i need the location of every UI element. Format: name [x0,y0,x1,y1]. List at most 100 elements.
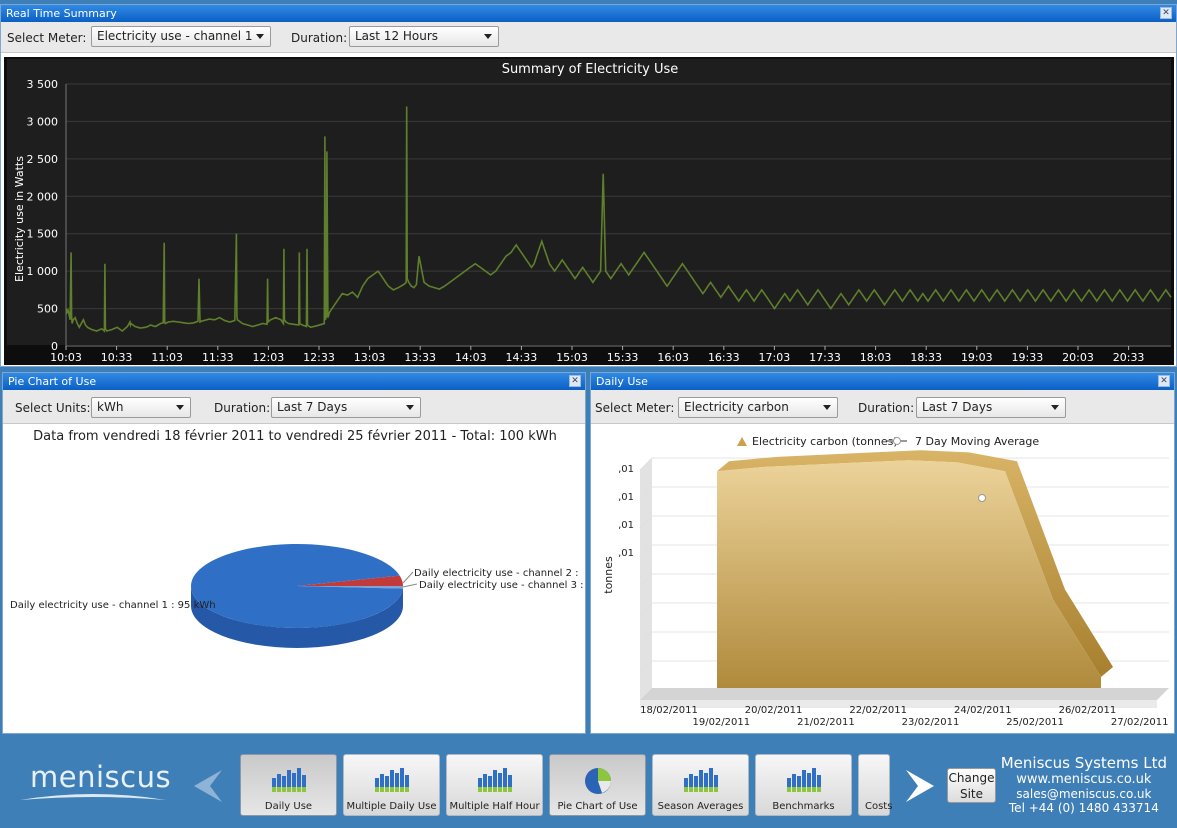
pie-panel: Pie Chart of Use ✕ Select Units: kWh Dur… [2,372,586,734]
pie-leader-line [402,571,414,584]
realtime-toolbar: Select Meter: Electricity use - channel … [1,22,1176,53]
change-site-button[interactable]: Change Site [947,768,996,803]
chevron-left-icon[interactable] [190,768,226,804]
bar-chart-icon [478,768,512,792]
close-icon[interactable]: ✕ [1158,375,1170,387]
bar-chart-icon [375,768,409,792]
nav-tile-season-averages[interactable]: Season Averages [652,754,749,816]
y-tick-label: ,01 [618,520,634,531]
x-tick-label: 20:33 [1113,351,1145,364]
x-tick-label: 15:03 [556,351,588,364]
x-tick-label: 18/02/2011 [640,705,698,716]
legend-triangle-icon [737,437,747,446]
daily-meter-label: Select Meter: [595,401,675,415]
daily-toolbar: Select Meter: Electricity carbon Duratio… [591,390,1174,424]
x-tick-label: 16:03 [657,351,689,364]
y-axis-label: tonnes [602,556,615,594]
company-info: Meniscus Systems Ltd www.meniscus.co.uk … [1001,754,1167,815]
y-tick-label: 2 500 [27,153,59,166]
y-tick-label: 1 000 [27,265,59,278]
nav-tile-benchmarks[interactable]: Benchmarks [755,754,852,816]
x-tick-label: 13:33 [404,351,436,364]
chart-ylabel: Electricity use in Watts [13,156,26,282]
x-tick-label: 11:03 [151,351,183,364]
nav-tile-label: Multiple Daily Use [346,801,437,812]
daily-panel: Daily Use ✕ Select Meter: Electricity ca… [590,372,1175,734]
duration-select[interactable]: Last 12 Hours [349,26,499,47]
nav-tile-label: Costs [865,801,893,812]
pie-duration-select[interactable]: Last 7 Days [271,397,421,418]
x-tick-label: 12:33 [303,351,335,364]
company-phone: Tel +44 (0) 1480 433714 [1008,801,1159,815]
units-label: Select Units: [15,401,91,415]
x-tick-label: 22/02/2011 [849,705,907,716]
x-tick-label: 20/02/2011 [745,705,803,716]
chevron-down-icon [176,405,184,410]
x-tick-label: 18:33 [910,351,942,364]
daily-duration-select[interactable]: Last 7 Days [916,397,1066,418]
nav-tile-label: Benchmarks [772,801,835,812]
nav-tile-daily-use[interactable]: Daily Use [240,754,337,816]
nav-tile-costs[interactable]: Costs [858,754,893,816]
pie-panel-title: Pie Chart of Use ✕ [3,373,585,390]
y-tick-label: 3 500 [27,78,59,91]
x-tick-label: 21/02/2011 [797,717,855,728]
y-tick-label: ,01 [618,464,634,475]
realtime-panel-title: Real Time Summary ✕ [1,5,1176,22]
pie-title-text: Pie Chart of Use [8,375,97,388]
nav-tile-label: Season Averages [657,801,744,812]
x-tick-label: 17:03 [759,351,791,364]
nav-tile-multiple-daily-use[interactable]: Multiple Daily Use [343,754,440,816]
y-tick-label: 3 000 [27,115,59,128]
change-site-line2: Site [959,787,984,801]
nav-tile-pie-chart-of-use[interactable]: Pie Chart of Use [549,754,646,816]
chevron-down-icon [823,405,831,410]
legend-circle-icon [893,437,901,445]
x-tick-label: 24/02/2011 [954,705,1012,716]
meter-select[interactable]: Electricity use - channel 1 [91,26,271,47]
daily-duration-label: Duration: [858,401,915,415]
chevron-down-icon [256,34,264,39]
pie-label-channel-1: Daily electricity use - channel 1 : 95 k… [10,600,216,611]
daily-duration-value: Last 7 Days [922,400,993,414]
nav-tile-multiple-half-hour[interactable]: Multiple Half Hour [446,754,543,816]
x-tick-label: 14:33 [506,351,538,364]
x-tick-label: 12:03 [253,351,285,364]
close-icon[interactable]: ✕ [1160,7,1172,19]
duration-select-value: Last 12 Hours [355,29,439,43]
x-tick-label: 15:33 [607,351,639,364]
company-website[interactable]: www.meniscus.co.uk [1001,772,1167,787]
pie-leader-line [402,583,418,588]
bar-chart-icon [272,768,306,792]
chevron-down-icon [484,34,492,39]
x-tick-label: 19:33 [1012,351,1044,364]
daily-meter-value: Electricity carbon [684,400,789,414]
x-tick-label: 11:33 [202,351,234,364]
y-tick-label: ,01 [618,492,634,503]
x-tick-label: 19:03 [961,351,993,364]
moving-average-point[interactable] [978,494,986,502]
units-select-value: kWh [97,400,124,414]
realtime-panel: Real Time Summary ✕ Select Meter: Electr… [0,4,1177,367]
pie-label-channel-3: Daily electricity use - channel 3 : [419,580,584,591]
x-tick-label: 20:03 [1062,351,1094,364]
area-front-face[interactable] [717,460,1101,688]
change-site-line1: Change [948,771,995,785]
chevron-right-icon[interactable] [902,768,938,804]
footer-bar: meniscus Change Site Meniscus Systems Lt… [0,738,1177,828]
bar-chart-icon [787,768,821,792]
duration-label: Duration: [291,31,348,45]
company-name: Meniscus Systems Ltd [1000,754,1167,772]
company-email[interactable]: sales@meniscus.co.uk [1001,787,1167,801]
x-tick-label: 18:03 [860,351,892,364]
units-select[interactable]: kWh [91,397,191,418]
nav-tile-label: Pie Chart of Use [557,801,638,812]
realtime-line-chart: Summary of Electricity Use Electricity u… [4,57,1174,365]
chevron-down-icon [1051,405,1059,410]
close-icon[interactable]: ✕ [569,375,581,387]
daily-meter-select[interactable]: Electricity carbon [678,397,838,418]
chart-title: Summary of Electricity Use [502,62,679,77]
chart-plot-area [7,59,1171,345]
x-tick-label: 23/02/2011 [902,717,960,728]
y-tick-label: 2 000 [27,190,59,203]
